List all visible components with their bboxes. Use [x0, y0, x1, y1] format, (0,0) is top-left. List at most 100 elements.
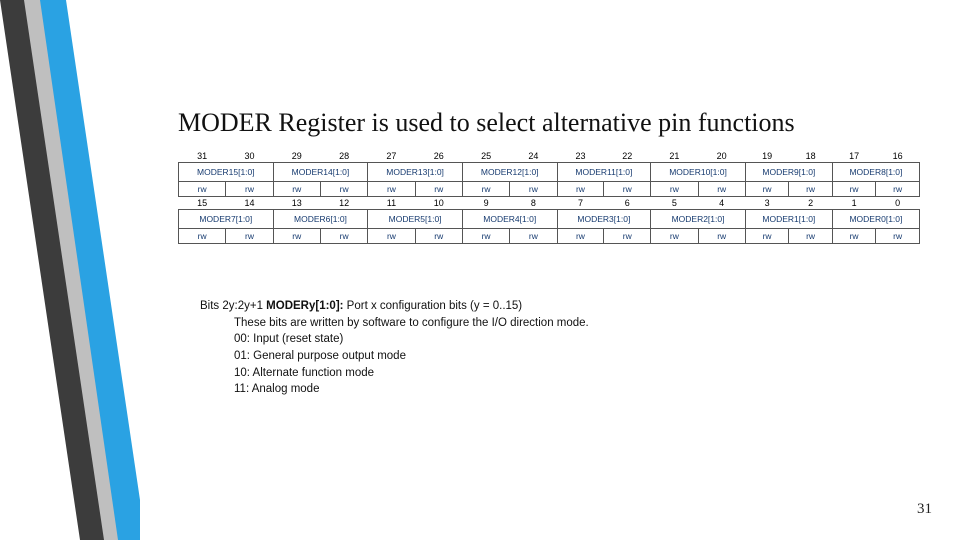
rw-cell: rw — [320, 182, 367, 197]
desc-l1-suffix: Port x configuration bits (y = 0..15) — [343, 300, 522, 312]
description-block: Bits 2y:2y+1 MODERy[1:0]: Port x configu… — [200, 298, 820, 398]
slide-title: MODER Register is used to select alterna… — [178, 108, 795, 138]
rw-cell: rw — [604, 182, 651, 197]
page-number: 31 — [917, 501, 932, 518]
bit-num: 7 — [557, 197, 604, 210]
field-label: MODER9[1:0] — [745, 163, 832, 182]
rw-cell: rw — [462, 229, 509, 244]
bit-num: 20 — [698, 150, 745, 163]
field-label: MODER11[1:0] — [557, 163, 651, 182]
bit-num: 22 — [604, 150, 651, 163]
field-label: MODER1[1:0] — [745, 210, 832, 229]
description-line4: 01: General purpose output mode — [200, 348, 820, 365]
bit-num: 28 — [320, 150, 367, 163]
labels-row-low: MODER7[1:0] MODER6[1:0] MODER5[1:0] MODE… — [179, 210, 920, 229]
rw-cell: rw — [557, 229, 604, 244]
rw-cell: rw — [789, 229, 833, 244]
description-line2: These bits are written by software to co… — [200, 315, 820, 332]
bit-num: 23 — [557, 150, 604, 163]
description-line5: 10: Alternate function mode — [200, 365, 820, 382]
rw-cell: rw — [651, 182, 698, 197]
slide: MODER Register is used to select alterna… — [0, 0, 960, 540]
field-label: MODER12[1:0] — [462, 163, 557, 182]
rw-cell: rw — [510, 229, 557, 244]
bit-num: 18 — [789, 150, 833, 163]
field-label: MODER0[1:0] — [832, 210, 919, 229]
field-label: MODER4[1:0] — [462, 210, 557, 229]
bit-num: 1 — [832, 197, 876, 210]
rw-cell: rw — [179, 182, 226, 197]
rw-cell: rw — [557, 182, 604, 197]
field-label: MODER5[1:0] — [368, 210, 463, 229]
labels-row-high: MODER15[1:0] MODER14[1:0] MODER13[1:0] M… — [179, 163, 920, 182]
rw-cell: rw — [226, 182, 273, 197]
field-label: MODER8[1:0] — [832, 163, 919, 182]
rw-row-low: rw rw rw rw rw rw rw rw rw rw rw rw rw r… — [179, 229, 920, 244]
field-label: MODER10[1:0] — [651, 163, 746, 182]
description-line1: Bits 2y:2y+1 MODERy[1:0]: Port x configu… — [200, 298, 820, 315]
field-label: MODER15[1:0] — [179, 163, 274, 182]
bit-num: 10 — [415, 197, 462, 210]
field-label: MODER13[1:0] — [368, 163, 463, 182]
field-label: MODER3[1:0] — [557, 210, 651, 229]
rw-cell: rw — [651, 229, 698, 244]
rw-cell: rw — [876, 229, 920, 244]
rw-cell: rw — [226, 229, 273, 244]
bit-num: 24 — [510, 150, 557, 163]
rw-cell: rw — [832, 229, 876, 244]
description-line3: 00: Input (reset state) — [200, 331, 820, 348]
rw-cell: rw — [745, 182, 789, 197]
rw-cell: rw — [368, 229, 415, 244]
rw-cell: rw — [462, 182, 509, 197]
rw-cell: rw — [273, 182, 320, 197]
bit-num: 13 — [273, 197, 320, 210]
rw-cell: rw — [876, 182, 920, 197]
bit-num: 15 — [179, 197, 226, 210]
rw-cell: rw — [698, 229, 745, 244]
bit-num: 14 — [226, 197, 273, 210]
rw-cell: rw — [368, 182, 415, 197]
desc-l1-prefix: Bits 2y:2y+1 — [200, 300, 266, 312]
bit-num: 31 — [179, 150, 226, 163]
register-table: 31 30 29 28 27 26 25 24 23 22 21 20 19 1… — [178, 150, 920, 244]
bit-num: 27 — [368, 150, 415, 163]
bit-num: 21 — [651, 150, 698, 163]
field-label: MODER14[1:0] — [273, 163, 368, 182]
rw-cell: rw — [832, 182, 876, 197]
description-line6: 11: Analog mode — [200, 381, 820, 398]
bit-num: 25 — [462, 150, 509, 163]
bit-num: 9 — [462, 197, 509, 210]
rw-cell: rw — [745, 229, 789, 244]
left-accent — [0, 0, 140, 540]
rw-cell: rw — [179, 229, 226, 244]
bit-num: 26 — [415, 150, 462, 163]
rw-cell: rw — [698, 182, 745, 197]
field-label: MODER2[1:0] — [651, 210, 746, 229]
bit-num: 5 — [651, 197, 698, 210]
rw-cell: rw — [273, 229, 320, 244]
desc-l1-bold: MODERy[1:0]: — [266, 300, 343, 312]
bits-row-high: 31 30 29 28 27 26 25 24 23 22 21 20 19 1… — [179, 150, 920, 163]
rw-cell: rw — [320, 229, 367, 244]
bit-num: 11 — [368, 197, 415, 210]
rw-cell: rw — [510, 182, 557, 197]
bit-num: 2 — [789, 197, 833, 210]
bit-num: 3 — [745, 197, 789, 210]
rw-cell: rw — [604, 229, 651, 244]
rw-cell: rw — [415, 182, 462, 197]
rw-row-high: rw rw rw rw rw rw rw rw rw rw rw rw rw r… — [179, 182, 920, 197]
bit-num: 30 — [226, 150, 273, 163]
rw-cell: rw — [789, 182, 833, 197]
bit-num: 29 — [273, 150, 320, 163]
bit-num: 8 — [510, 197, 557, 210]
bits-row-low: 15 14 13 12 11 10 9 8 7 6 5 4 3 2 1 0 — [179, 197, 920, 210]
bit-num: 16 — [876, 150, 920, 163]
bit-num: 17 — [832, 150, 876, 163]
bit-num: 6 — [604, 197, 651, 210]
field-label: MODER6[1:0] — [273, 210, 368, 229]
bit-num: 4 — [698, 197, 745, 210]
field-label: MODER7[1:0] — [179, 210, 274, 229]
bit-num: 19 — [745, 150, 789, 163]
rw-cell: rw — [415, 229, 462, 244]
bit-num: 0 — [876, 197, 920, 210]
